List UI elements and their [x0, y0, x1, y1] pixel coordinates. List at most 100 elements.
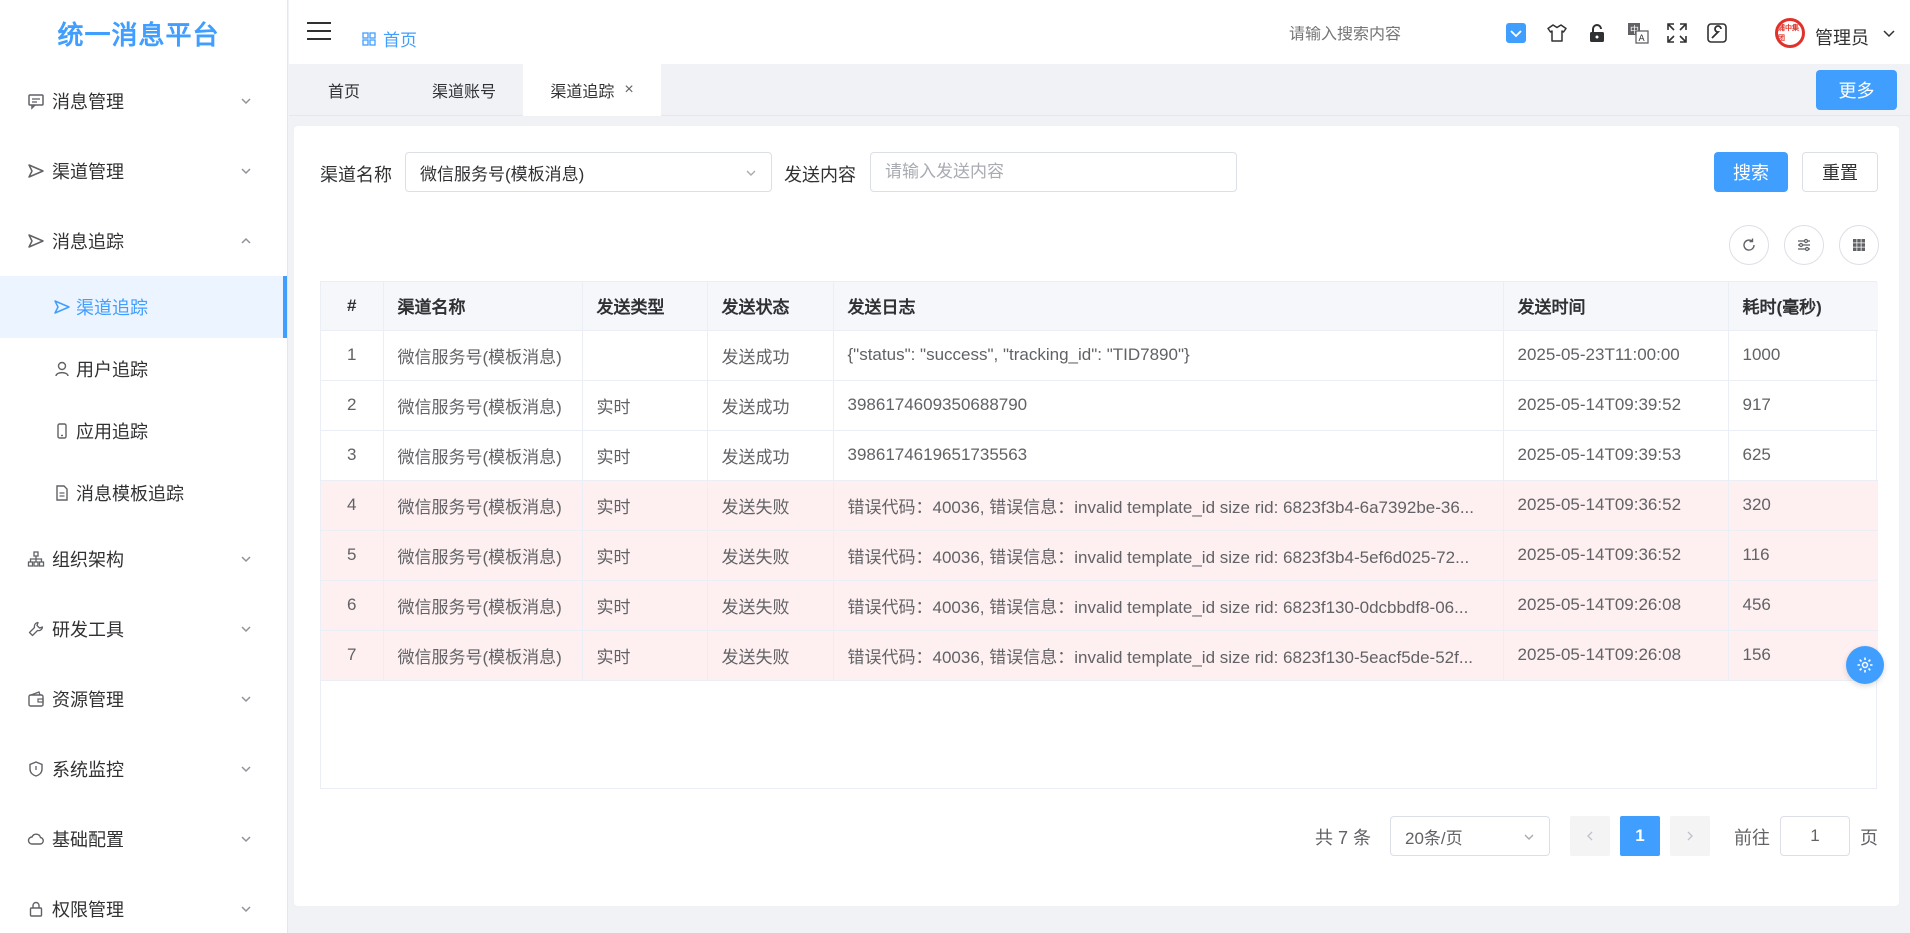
send-status-cell: 发送失败 [707, 580, 834, 631]
table-row-error[interactable]: 6 微信服务号(模板消息) 实时 发送失败 错误代码：40036, 错误信息：i… [321, 580, 1878, 631]
sidebar-item-monitoring[interactable]: 系统监控 [0, 734, 287, 804]
goto-page-input[interactable] [1780, 816, 1850, 856]
global-search-input[interactable] [1289, 26, 1449, 44]
more-button[interactable]: 更多 [1816, 70, 1897, 110]
page-size-select[interactable]: 20条/页 [1390, 816, 1550, 856]
hamburger-menu-icon[interactable] [307, 22, 331, 42]
sidebar-item-message-management[interactable]: 消息管理 [0, 66, 287, 136]
chevron-down-icon [241, 766, 251, 773]
refresh-icon[interactable] [1729, 225, 1769, 265]
page-suffix-label: 页 [1860, 828, 1878, 848]
fullscreen-icon[interactable] [1666, 22, 1688, 44]
table-row-error[interactable]: 5 微信服务号(模板消息) 实时 发送失败 错误代码：40036, 错误信息：i… [321, 530, 1878, 581]
chevron-down-icon [241, 98, 251, 105]
column-header[interactable]: 发送类型 [582, 282, 708, 331]
sidebar-item-label: 应用追踪 [76, 422, 148, 442]
tab-label: 首页 [327, 84, 360, 101]
avatar-text: 浦中集团 [1778, 25, 1799, 42]
sidebar-item-dev-tools[interactable]: 研发工具 [0, 594, 287, 664]
duration-cell: 320 [1728, 480, 1878, 531]
chevron-down-icon [241, 556, 251, 563]
table-row[interactable]: 3 微信服务号(模板消息) 实时 发送成功 398617461965173556… [321, 430, 1878, 481]
next-page-button[interactable] [1670, 816, 1710, 856]
row-index: 3 [321, 430, 384, 481]
sidebar-item-permissions[interactable]: 权限管理 [0, 874, 287, 933]
column-header[interactable]: 渠道名称 [383, 282, 583, 331]
row-index: 7 [321, 630, 384, 681]
document-icon [52, 483, 72, 503]
table-row-error[interactable]: 4 微信服务号(模板消息) 实时 发送失败 错误代码：40036, 错误信息：i… [321, 480, 1878, 531]
channel-name-value: 微信服务号(模板消息) [420, 164, 585, 184]
send-icon [52, 297, 72, 317]
sidebar-item-base-config[interactable]: 基础配置 [0, 804, 287, 874]
tab-channel-account[interactable]: 渠道账号 [399, 64, 529, 116]
send-content-input[interactable] [870, 152, 1237, 192]
channel-name-label: 渠道名称 [320, 165, 392, 185]
settings-screen-icon[interactable] [1706, 22, 1728, 44]
channel-name-cell: 微信服务号(模板消息) [383, 330, 583, 381]
channel-name-cell: 微信服务号(模板消息) [383, 530, 583, 581]
search-button[interactable]: 搜索 [1714, 152, 1788, 192]
sidebar-item-organization[interactable]: 组织架构 [0, 524, 287, 594]
sidebar-item-channel-management[interactable]: 渠道管理 [0, 136, 287, 206]
app-title: 统一消息平台 [57, 19, 220, 50]
user-icon [52, 359, 72, 379]
sidebar-item-template-tracking[interactable]: 消息模板追踪 [0, 462, 287, 524]
caret-down-icon[interactable] [1883, 30, 1895, 38]
checkbox-icon[interactable] [1505, 22, 1527, 44]
avatar[interactable]: 浦中集团 [1775, 18, 1805, 48]
send-time-cell: 2025-05-14T09:36:52 [1503, 530, 1729, 581]
duration-cell: 1000 [1728, 330, 1878, 381]
send-type-cell: 实时 [582, 580, 708, 631]
channel-name-cell: 微信服务号(模板消息) [383, 380, 583, 431]
shirt-icon[interactable] [1546, 22, 1568, 44]
duration-cell: 625 [1728, 430, 1878, 481]
mobile-icon [52, 421, 72, 441]
table-row-error[interactable]: 7 微信服务号(模板消息) 实时 发送失败 错误代码：40036, 错误信息：i… [321, 630, 1878, 681]
send-log-cell: 3986174619651735563 [833, 430, 1504, 481]
sidebar-item-label: 消息管理 [52, 92, 124, 112]
breadcrumb[interactable]: 首页 [361, 26, 417, 51]
row-index: 6 [321, 580, 384, 631]
sidebar: 统一消息平台 消息管理 渠道管理 消息追踪 渠道追踪 用户追踪 应用追踪 消息模… [0, 0, 288, 933]
column-header[interactable]: 发送时间 [1503, 282, 1729, 331]
channel-name-select[interactable]: 微信服务号(模板消息) [405, 152, 772, 192]
column-header[interactable]: 发送状态 [707, 282, 834, 331]
send-status-cell: 发送成功 [707, 380, 834, 431]
lock-icon[interactable] [1586, 22, 1608, 44]
send-type-cell: 实时 [582, 380, 708, 431]
sidebar-item-app-tracking[interactable]: 应用追踪 [0, 400, 287, 462]
column-header[interactable]: 发送日志 [833, 282, 1504, 331]
tab-home[interactable]: 首页 [289, 64, 399, 116]
sidebar-item-message-tracking[interactable]: 消息追踪 [0, 206, 287, 276]
row-index: 4 [321, 480, 384, 531]
page-number-button[interactable]: 1 [1620, 816, 1660, 856]
user-name[interactable]: 管理员 [1815, 24, 1869, 50]
tracking-table: # 渠道名称 发送类型 发送状态 发送日志 发送时间 耗时(毫秒) 1 微信服务… [320, 281, 1878, 789]
tab-label: 渠道账号 [431, 84, 496, 101]
reset-button[interactable]: 重置 [1802, 152, 1878, 192]
sidebar-item-label: 消息追踪 [52, 232, 124, 252]
table-row[interactable]: 1 微信服务号(模板消息) 发送成功 {"status": "success",… [321, 330, 1878, 381]
sidebar-item-channel-tracking[interactable]: 渠道追踪 [0, 276, 287, 338]
wallet-icon [26, 689, 46, 709]
send-log-cell: 错误代码：40036, 错误信息：invalid template_id siz… [833, 530, 1504, 581]
sidebar-item-label: 渠道追踪 [76, 298, 148, 318]
send-icon [26, 231, 46, 251]
duration-cell: 917 [1728, 380, 1878, 431]
filter-settings-icon[interactable] [1784, 225, 1824, 265]
sidebar-item-label: 消息模板追踪 [76, 484, 184, 504]
floating-settings-button[interactable] [1846, 646, 1884, 684]
column-header[interactable]: # [321, 282, 384, 331]
prev-page-button[interactable] [1570, 816, 1610, 856]
table-row[interactable]: 2 微信服务号(模板消息) 实时 发送成功 398617460935068879… [321, 380, 1878, 431]
tab-channel-tracking[interactable]: 渠道追踪 × [523, 64, 661, 116]
columns-grid-icon[interactable] [1839, 225, 1879, 265]
translate-icon[interactable]: 中A [1627, 22, 1649, 44]
chevron-left-icon [1587, 831, 1593, 841]
sidebar-item-user-tracking[interactable]: 用户追踪 [0, 338, 287, 400]
column-header[interactable]: 耗时(毫秒) [1728, 282, 1878, 331]
sidebar-item-resources[interactable]: 资源管理 [0, 664, 287, 734]
close-icon[interactable]: × [624, 81, 633, 99]
send-time-cell: 2025-05-14T09:26:08 [1503, 630, 1729, 681]
